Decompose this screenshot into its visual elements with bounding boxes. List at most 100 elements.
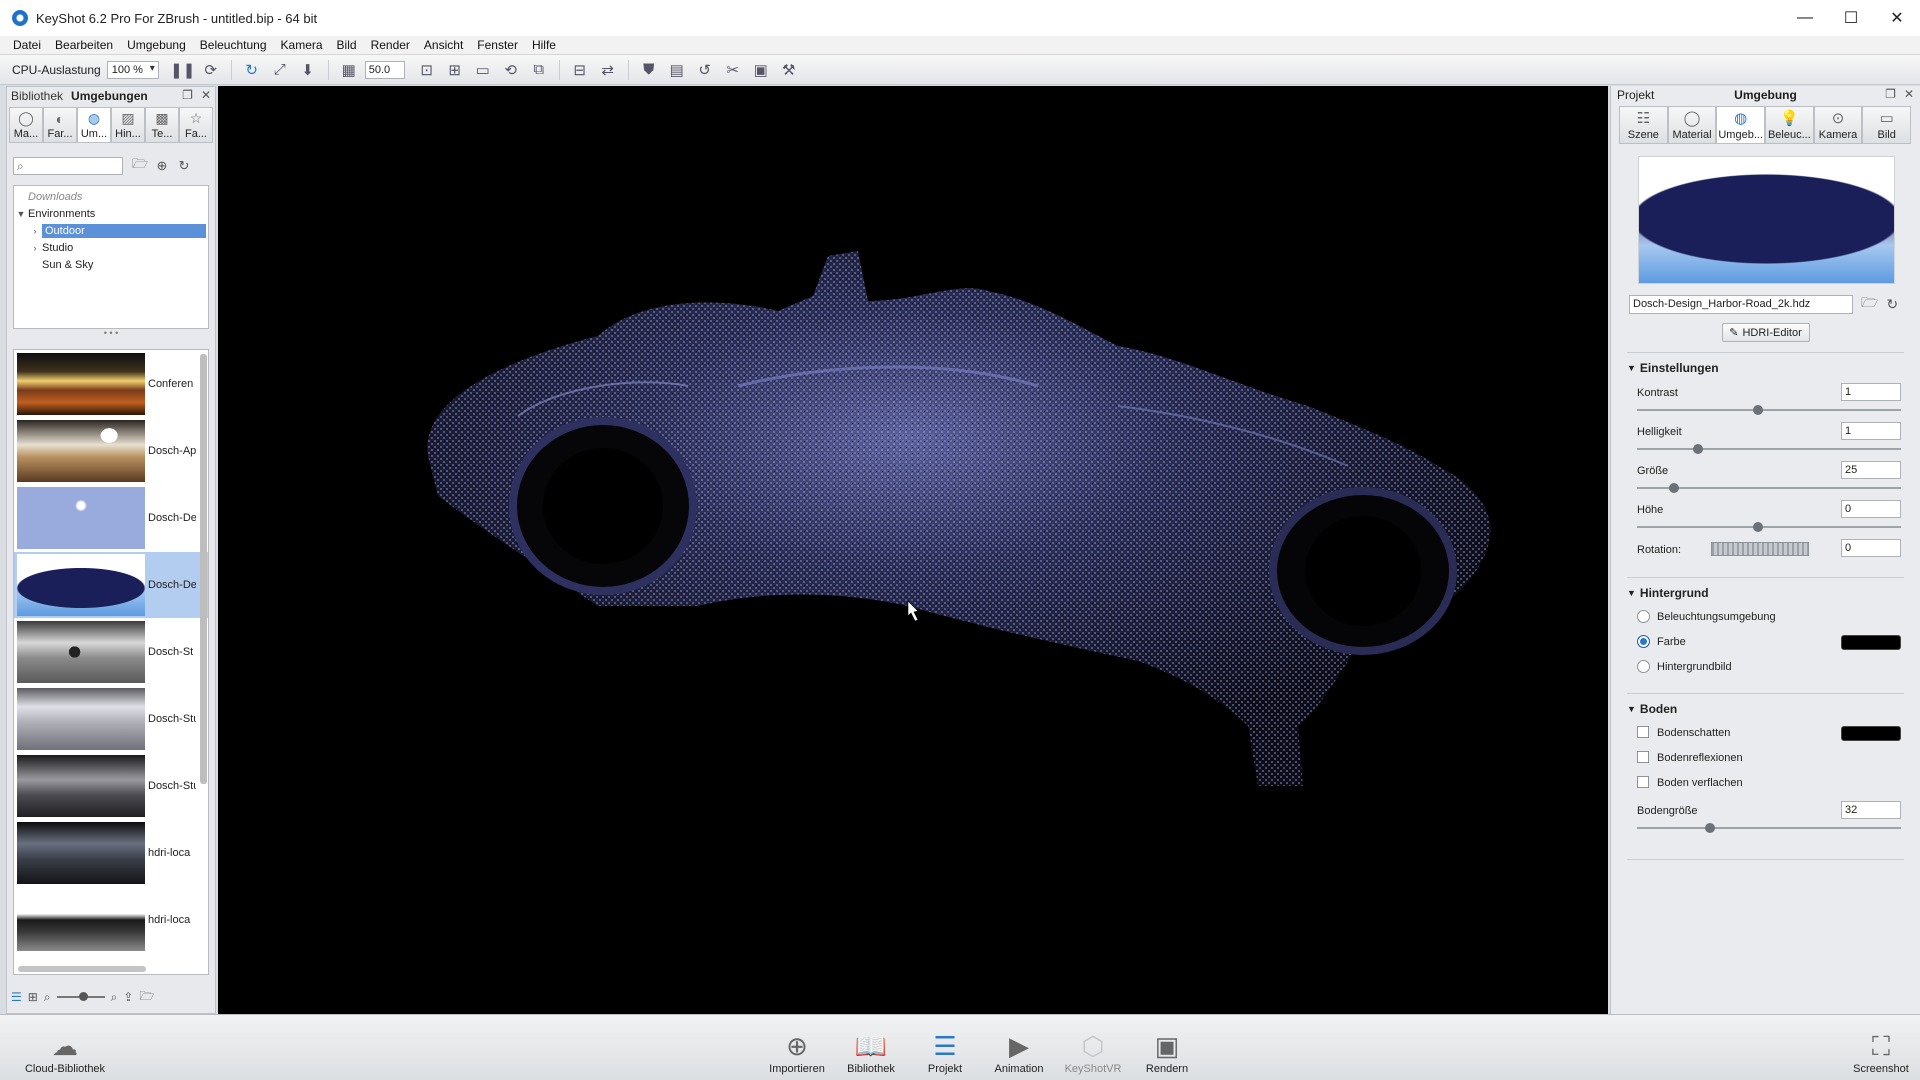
height-slider[interactable]: [1637, 526, 1901, 528]
tree-item-outdoor[interactable]: › Outdoor: [14, 222, 208, 239]
panel-close-icon[interactable]: ✕: [201, 88, 211, 102]
pause-icon[interactable]: ❚❚: [170, 60, 195, 80]
menu-fenster[interactable]: Fenster: [470, 38, 525, 52]
thumbnail-scrollbar[interactable]: [200, 354, 207, 784]
render-viewport[interactable]: [218, 86, 1608, 1014]
splitter-handle[interactable]: • • •: [7, 329, 215, 339]
open-folder-icon[interactable]: 🗁: [1861, 292, 1878, 316]
height-input[interactable]: 0: [1841, 500, 1901, 518]
zoom-out-icon[interactable]: ⌕: [44, 990, 51, 1005]
tab-colors[interactable]: ◐ Far...: [43, 107, 77, 143]
list-item[interactable]: Dosch-Ap: [14, 418, 208, 484]
radio-lighting-environment[interactable]: [1637, 610, 1650, 623]
tree-item-downloads[interactable]: Downloads: [14, 188, 208, 205]
ground-size-input[interactable]: 32: [1841, 801, 1901, 819]
presentation-icon[interactable]: ▤: [667, 60, 687, 80]
list-view-icon[interactable]: ☰: [11, 990, 22, 1004]
fit-view-icon[interactable]: ⤢: [270, 60, 290, 80]
list-item[interactable]: Dosch-Stu: [14, 686, 208, 752]
radio-background-image[interactable]: [1637, 660, 1650, 673]
rotation-input[interactable]: 0: [1841, 539, 1901, 557]
tree-item-studio[interactable]: › Studio: [14, 239, 208, 256]
grid-view-icon[interactable]: ⊞: [28, 990, 38, 1004]
list-item[interactable]: Dosch-St: [14, 619, 208, 685]
background-header[interactable]: ▼ Hintergrund: [1627, 586, 1904, 600]
ground-size-slider-handle[interactable]: [1705, 823, 1715, 833]
pan-icon[interactable]: ⊞: [445, 60, 465, 80]
list-item[interactable]: hdri-loca: [14, 820, 208, 886]
tab-environments[interactable]: ◍ Um...: [77, 107, 111, 143]
lock-view-icon[interactable]: ⧉: [529, 60, 549, 80]
menu-bild[interactable]: Bild: [330, 38, 364, 52]
upload-icon[interactable]: ⇪: [123, 990, 133, 1004]
contrast-input[interactable]: 1: [1841, 383, 1901, 401]
background-option-lighting[interactable]: Beleuchtungsumgebung: [1627, 608, 1904, 633]
ground-size-slider[interactable]: [1637, 827, 1901, 829]
brightness-slider-handle[interactable]: [1693, 444, 1703, 454]
import-button[interactable]: ⊕ Importieren: [762, 1021, 832, 1077]
flatten-ground-option[interactable]: Boden verflachen: [1627, 774, 1904, 799]
tab-textures[interactable]: ▩ Te...: [145, 107, 179, 143]
tab-materials[interactable]: ◯ Ma...: [9, 107, 43, 143]
list-item[interactable]: Conferen: [14, 351, 208, 417]
menu-datei[interactable]: Datei: [6, 38, 48, 52]
ground-reflections-option[interactable]: Bodenreflexionen: [1627, 749, 1904, 774]
radio-color[interactable]: [1637, 635, 1650, 648]
list-item-selected[interactable]: Dosch-De: [14, 552, 208, 618]
tab-material[interactable]: ◯ Material: [1667, 106, 1717, 144]
list-item[interactable]: hdri-loca: [14, 887, 208, 953]
size-input[interactable]: 25: [1841, 461, 1901, 479]
rotate-icon[interactable]: ⟲: [501, 60, 521, 80]
height-slider-handle[interactable]: [1753, 522, 1763, 532]
update-icon[interactable]: ↺: [695, 60, 715, 80]
refresh-icon[interactable]: ↻: [242, 60, 262, 80]
animation-button[interactable]: ▶ Animation: [984, 1021, 1054, 1077]
hdri-preview[interactable]: [1638, 156, 1895, 284]
refresh-icon[interactable]: ↻: [173, 158, 195, 174]
drop-down-icon[interactable]: ⬇: [298, 60, 318, 80]
shield-icon[interactable]: ⛊: [639, 60, 659, 80]
hdri-editor-button[interactable]: ✎ HDRI-Editor: [1721, 323, 1810, 342]
ground-shadow-option[interactable]: Bodenschatten: [1627, 724, 1904, 749]
render-button[interactable]: ▣ Rendern: [1132, 1021, 1202, 1077]
performance-mode-icon[interactable]: ⟳: [201, 60, 221, 80]
tree-item-sun-sky[interactable]: Sun & Sky: [14, 256, 208, 273]
settings-header[interactable]: ▼ Einstellungen: [1627, 361, 1904, 375]
tab-image[interactable]: ▭ Bild: [1862, 106, 1912, 144]
geometry-view-icon[interactable]: ⊟: [570, 60, 590, 80]
ground-shadow-checkbox[interactable]: [1637, 726, 1649, 738]
library-search-input[interactable]: ⌕: [13, 157, 123, 175]
menu-umgebung[interactable]: Umgebung: [120, 38, 193, 52]
background-option-image[interactable]: Hintergrundbild: [1627, 658, 1904, 683]
keyshotvr-button[interactable]: ⬡ KeyShotVR: [1058, 1021, 1128, 1077]
project-button[interactable]: ☰ Projekt: [910, 1021, 980, 1077]
menu-ansicht[interactable]: Ansicht: [417, 38, 470, 52]
panel-close-icon[interactable]: ✕: [1904, 87, 1914, 101]
list-item[interactable]: Dosch-Stu: [14, 753, 208, 819]
region-icon[interactable]: ▭: [473, 60, 493, 80]
maximize-button[interactable]: ☐: [1828, 0, 1874, 36]
ground-reflections-checkbox[interactable]: [1637, 751, 1649, 763]
tab-scene[interactable]: ☷ Szene: [1619, 106, 1668, 144]
chevron-right-icon[interactable]: ›: [28, 243, 42, 253]
script-console-icon[interactable]: ▣: [751, 60, 771, 80]
undock-icon[interactable]: ❐: [1885, 87, 1896, 101]
brightness-input[interactable]: 1: [1841, 422, 1901, 440]
minimize-button[interactable]: —: [1782, 0, 1828, 36]
list-item[interactable]: Dosch-De: [14, 485, 208, 551]
tab-lighting[interactable]: 💡 Beleuc...: [1765, 106, 1814, 144]
tab-backplates[interactable]: ▨ Hin...: [111, 107, 145, 143]
cloud-library-button[interactable]: ☁ Cloud-Bibliothek: [25, 1021, 105, 1077]
menu-bearbeiten[interactable]: Bearbeiten: [48, 38, 120, 52]
menu-hilfe[interactable]: Hilfe: [525, 38, 563, 52]
background-color-swatch[interactable]: [1841, 635, 1901, 650]
tree-item-environments[interactable]: ▼ Environments: [14, 205, 208, 222]
menu-beleuchtung[interactable]: Beleuchtung: [193, 38, 274, 52]
reload-icon[interactable]: ↻: [1886, 296, 1898, 313]
hdri-file-field[interactable]: Dosch-Design_Harbor-Road_2k.hdz: [1629, 294, 1853, 314]
thumbnail-horizontal-scrollbar[interactable]: [18, 966, 146, 972]
undock-icon[interactable]: ❐: [182, 88, 193, 102]
tools-icon[interactable]: ⚒: [779, 60, 799, 80]
ground-header[interactable]: ▼ Boden: [1627, 702, 1904, 716]
library-title[interactable]: Bibliothek: [11, 89, 63, 103]
